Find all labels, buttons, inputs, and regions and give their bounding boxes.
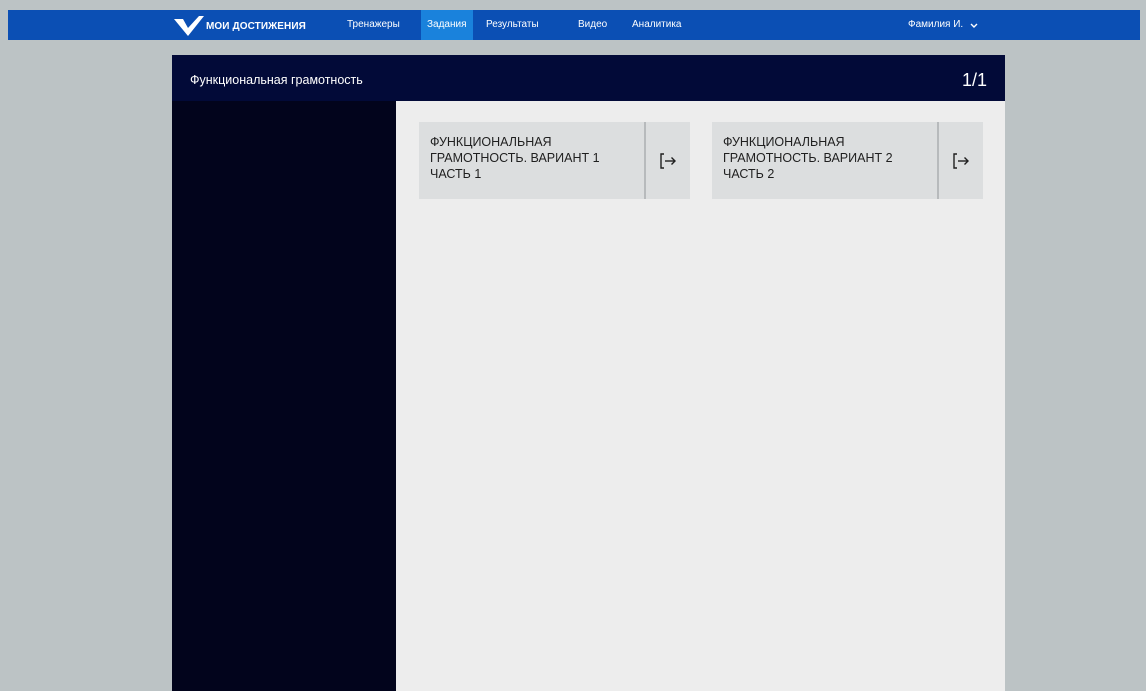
task-card-title: ФУНКЦИОНАЛЬНАЯ ГРАМОТНОСТЬ. ВАРИАНТ 1 ЧА… bbox=[419, 122, 644, 199]
open-task-button[interactable] bbox=[939, 122, 983, 199]
task-list: ФУНКЦИОНАЛЬНАЯ ГРАМОТНОСТЬ. ВАРИАНТ 1 ЧА… bbox=[396, 101, 1005, 691]
task-card-title-line: ФУНКЦИОНАЛЬНАЯ bbox=[430, 135, 552, 149]
task-card-variant-1[interactable]: ФУНКЦИОНАЛЬНАЯ ГРАМОТНОСТЬ. ВАРИАНТ 1 ЧА… bbox=[419, 122, 690, 199]
task-card-title-line: ЧАСТЬ 2 bbox=[723, 167, 775, 181]
user-menu[interactable]: Фамилия И. bbox=[908, 10, 979, 40]
task-card-title-line: ГРАМОТНОСТЬ. ВАРИАНТ 2 bbox=[723, 151, 893, 165]
enter-icon bbox=[953, 152, 969, 169]
panel-header: Функциональная грамотность 1/1 bbox=[172, 55, 1005, 101]
user-name: Фамилия И. bbox=[908, 19, 964, 30]
logo[interactable]: МОИ ДОСТИЖЕНИЯ bbox=[174, 15, 306, 37]
logo-checkmark-icon bbox=[174, 16, 204, 36]
nav-item-results[interactable]: Результаты bbox=[480, 10, 545, 40]
task-card-title-line: ФУНКЦИОНАЛЬНАЯ bbox=[723, 135, 845, 149]
top-navigation-bar: МОИ ДОСТИЖЕНИЯ Тренажеры Задания Результ… bbox=[8, 10, 1140, 40]
nav-item-tasks[interactable]: Задания bbox=[421, 10, 473, 40]
nav-item-trainers[interactable]: Тренажеры bbox=[341, 10, 406, 40]
nav-item-video[interactable]: Видео bbox=[572, 10, 613, 40]
chevron-down-icon bbox=[970, 23, 978, 28]
task-card-title-line: ГРАМОТНОСТЬ. ВАРИАНТ 1 bbox=[430, 151, 600, 165]
task-card-variant-2[interactable]: ФУНКЦИОНАЛЬНАЯ ГРАМОТНОСТЬ. ВАРИАНТ 2 ЧА… bbox=[712, 122, 983, 199]
sidebar bbox=[172, 101, 396, 691]
enter-icon bbox=[660, 152, 676, 169]
logo-text: МОИ ДОСТИЖЕНИЯ bbox=[206, 20, 306, 32]
open-task-button[interactable] bbox=[646, 122, 690, 199]
nav-item-analytics[interactable]: Аналитика bbox=[626, 10, 688, 40]
page-counter: 1/1 bbox=[961, 70, 987, 90]
task-card-title-line: ЧАСТЬ 1 bbox=[430, 167, 482, 181]
page-title: Функциональная грамотность bbox=[190, 73, 363, 87]
task-card-title: ФУНКЦИОНАЛЬНАЯ ГРАМОТНОСТЬ. ВАРИАНТ 2 ЧА… bbox=[712, 122, 937, 199]
